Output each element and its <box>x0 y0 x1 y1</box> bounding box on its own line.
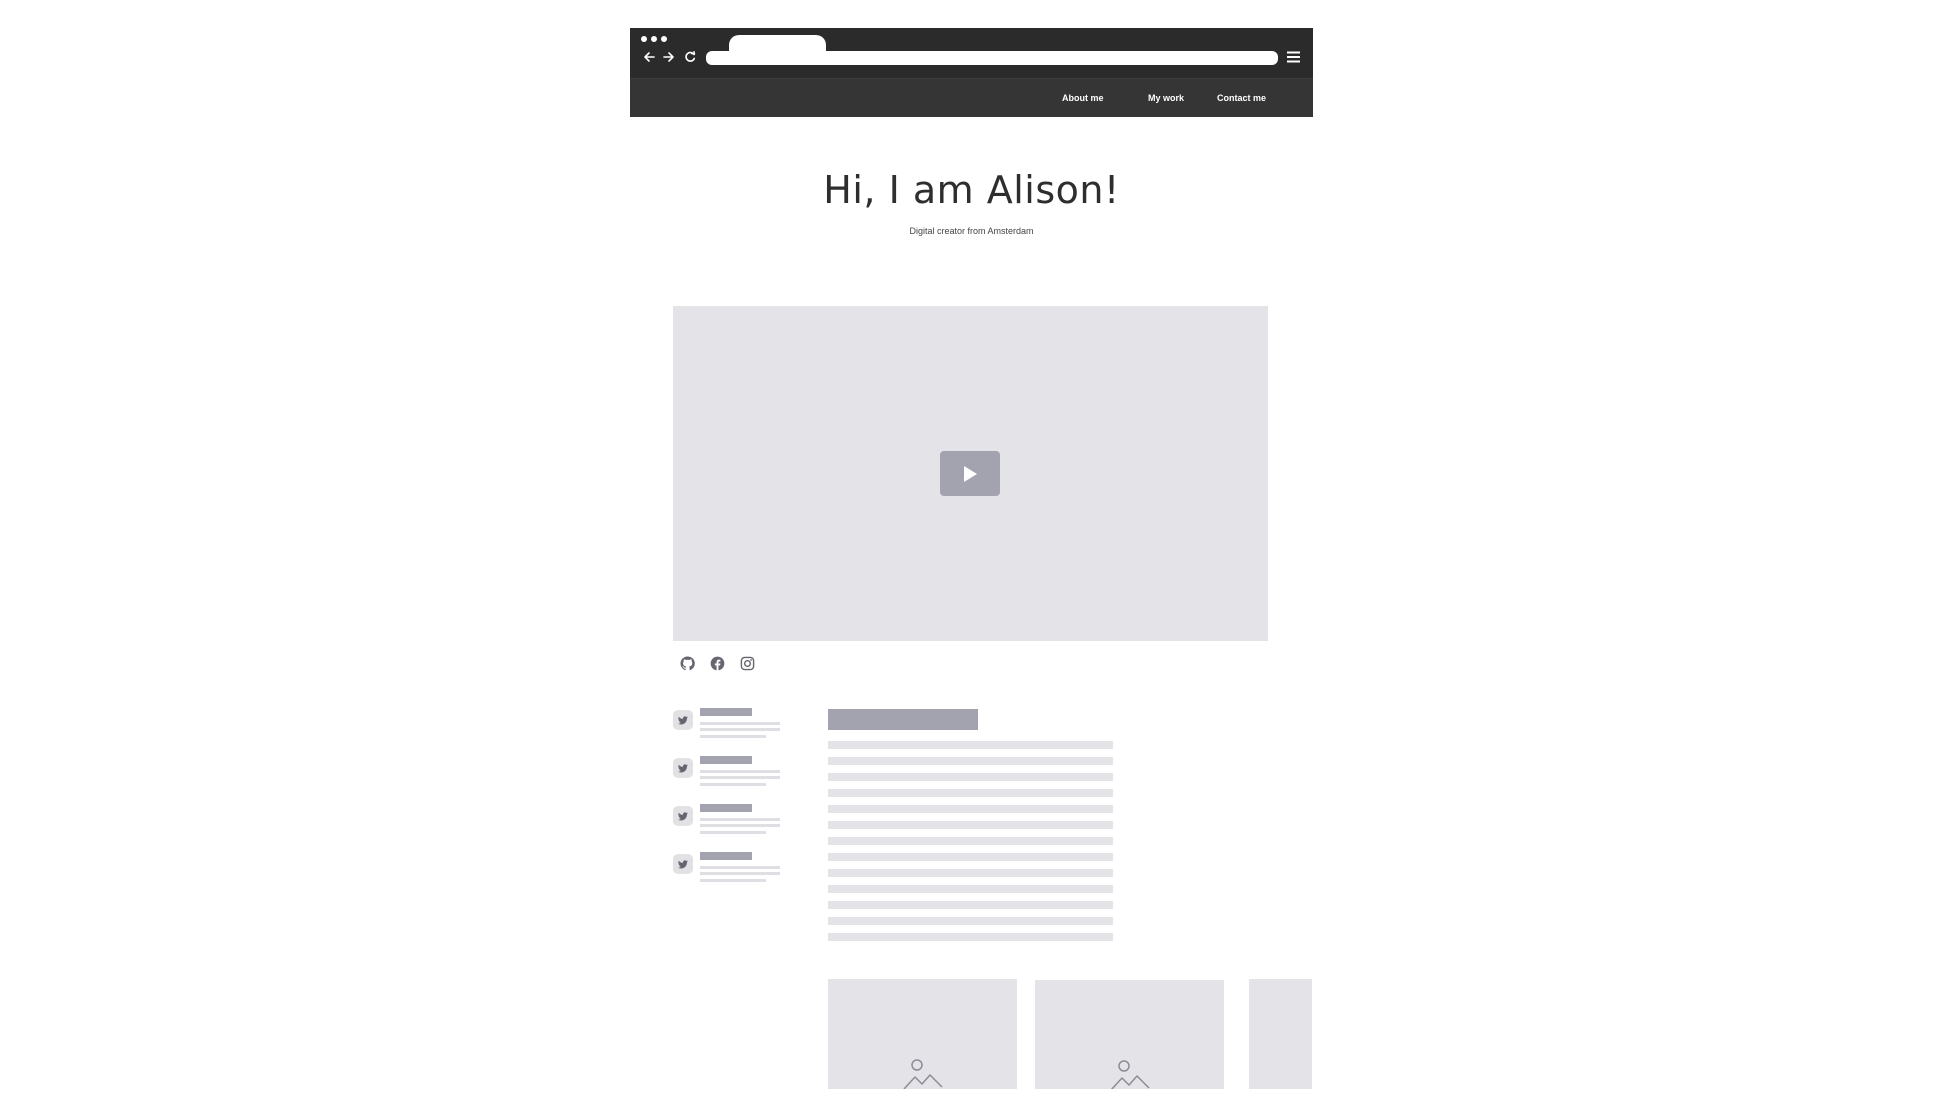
site-navigation: About me My work Contact me <box>630 78 1313 117</box>
window-dot[interactable] <box>661 36 667 42</box>
twitter-icon <box>678 715 688 724</box>
tweet-item[interactable] <box>673 756 793 792</box>
image-placeholder-icon <box>1110 1060 1150 1089</box>
tweet-item[interactable] <box>673 708 793 744</box>
tweet-text-placeholder <box>700 824 780 827</box>
tweet-text-placeholder <box>700 783 766 786</box>
twitter-icon-badge <box>673 854 693 874</box>
article-text-placeholder <box>828 741 1113 749</box>
window-dot[interactable] <box>641 36 647 42</box>
twitter-icon <box>678 763 688 772</box>
tweet-text-placeholder <box>700 735 766 738</box>
gallery-image[interactable] <box>1035 980 1224 1089</box>
video-player[interactable] <box>673 306 1268 641</box>
article-text-placeholder <box>828 933 1113 941</box>
tweet-text-placeholder <box>700 866 780 869</box>
nav-link-contact[interactable]: Contact me <box>1217 93 1266 103</box>
tweet-text-placeholder <box>700 776 780 779</box>
article-text-placeholder <box>828 853 1113 861</box>
article-text-placeholder <box>828 901 1113 909</box>
play-icon <box>964 465 977 482</box>
window-controls[interactable] <box>641 36 667 42</box>
article-text-placeholder <box>828 757 1113 765</box>
tweet-author-placeholder <box>700 852 752 860</box>
arrow-right-icon <box>663 52 674 62</box>
gallery-image[interactable] <box>1249 979 1312 1089</box>
tweet-author-placeholder <box>700 804 752 812</box>
hamburger-menu-icon <box>1287 51 1300 63</box>
social-links <box>680 656 755 671</box>
article-text-placeholder <box>828 773 1113 781</box>
tweet-author-placeholder <box>700 708 752 716</box>
article-text-placeholder <box>828 869 1113 877</box>
arrow-left-icon <box>644 52 655 62</box>
tweet-item[interactable] <box>673 852 793 888</box>
hero-title: Hi, I am Alison! <box>823 168 1120 212</box>
nav-link-about[interactable]: About me <box>1062 93 1104 103</box>
image-placeholder-icon <box>903 1059 943 1089</box>
tweet-author-placeholder <box>700 756 752 764</box>
twitter-icon-badge <box>673 710 693 730</box>
article-text-placeholder <box>828 885 1113 893</box>
article-text-placeholder <box>828 805 1113 813</box>
instagram-icon[interactable] <box>740 656 755 671</box>
article-text-placeholder <box>828 789 1113 797</box>
nav-link-work[interactable]: My work <box>1148 93 1184 103</box>
tweet-text-placeholder <box>700 818 780 821</box>
tweet-text-placeholder <box>700 722 780 725</box>
tweet-text-placeholder <box>700 872 780 875</box>
browser-tab[interactable] <box>729 35 826 51</box>
gallery-image[interactable] <box>828 979 1017 1089</box>
back-button[interactable] <box>640 49 658 65</box>
reload-icon <box>685 51 696 62</box>
tweet-text-placeholder <box>700 879 766 882</box>
twitter-icon <box>678 811 688 820</box>
reload-button[interactable] <box>681 49 699 65</box>
tweet-text-placeholder <box>700 770 780 773</box>
twitter-icon-badge <box>673 758 693 778</box>
window-dot[interactable] <box>651 36 657 42</box>
browser-window: About me My work Contact me <box>630 28 1313 117</box>
article-title-placeholder <box>828 709 978 730</box>
twitter-icon <box>678 859 688 868</box>
article-text-placeholder <box>828 917 1113 925</box>
hero-subtitle: Digital creator from Amsterdam <box>909 226 1034 236</box>
address-bar[interactable] <box>706 51 1278 65</box>
forward-button[interactable] <box>660 49 678 65</box>
tweet-item[interactable] <box>673 804 793 840</box>
twitter-icon-badge <box>673 806 693 826</box>
article-text-placeholder <box>828 837 1113 845</box>
browser-toolbar <box>630 28 1313 78</box>
tweet-text-placeholder <box>700 728 780 731</box>
play-button[interactable] <box>940 451 1000 496</box>
tweet-text-placeholder <box>700 831 766 834</box>
facebook-icon[interactable] <box>710 656 725 671</box>
browser-menu-button[interactable] <box>1286 50 1302 64</box>
page: About me My work Contact me Hi, I am Ali… <box>0 0 1940 1120</box>
article-text-placeholder <box>828 821 1113 829</box>
github-icon[interactable] <box>680 656 695 671</box>
